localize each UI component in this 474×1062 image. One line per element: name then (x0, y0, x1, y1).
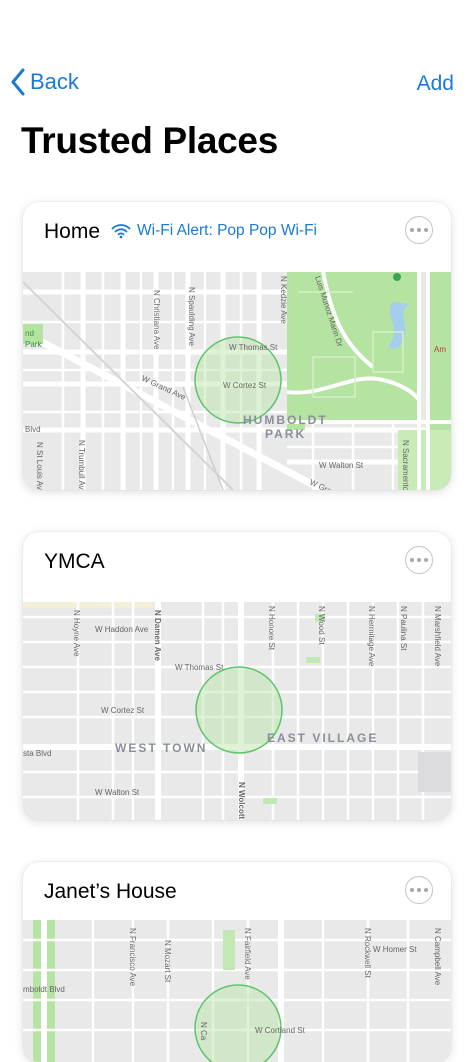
map-street-label: W Walton St (319, 461, 364, 470)
map-street-label: N Marshfield Ave (433, 606, 442, 667)
chevron-left-icon (11, 68, 25, 96)
map-street-label: N Paulina St (399, 606, 408, 651)
map-street-label: N Kedzie Ave (279, 276, 288, 324)
nav-bar: Back Add (0, 62, 474, 106)
back-button[interactable]: Back (10, 68, 79, 96)
place-card-home[interactable]: Home Wi-Fi Alert: Pop Pop Wi-Fi HUMBOLDT… (23, 202, 451, 490)
place-name: YMCA (44, 550, 105, 573)
map-street-label: N Campbell Ave (433, 928, 442, 986)
place-card-header: Home Wi-Fi Alert: Pop Pop Wi-Fi (23, 202, 451, 272)
map-street-label: N Damen Ave (153, 610, 162, 662)
place-card-ymca[interactable]: YMCA WEST TOWN EAST VILLAGE N Hoyne Ave … (23, 532, 451, 820)
more-options-button[interactable] (405, 876, 433, 904)
more-icon (410, 888, 414, 892)
map-street-label: N Wolcott (237, 782, 246, 820)
map-street-label: W Walton St (95, 788, 140, 797)
map-street-label: N Francisco Ave (128, 928, 137, 987)
more-icon (410, 228, 414, 232)
map-street-label: W Homer St (373, 945, 417, 954)
wifi-alert[interactable]: Wi-Fi Alert: Pop Pop Wi-Fi (111, 222, 317, 240)
map-canvas: HUMBOLDT PARK N Christiana Ave N Spauldi… (23, 272, 451, 490)
map-street-label: N Christiana Ave (152, 290, 161, 350)
map-street-label: W Cortland St (255, 1026, 306, 1035)
map-area-label-2: PARK (265, 427, 306, 441)
map-street-label: N St Louis Ave (35, 442, 44, 490)
map-street-label: W Cortez St (101, 706, 145, 715)
map-street-label: W Cortez St (223, 381, 267, 390)
more-options-button[interactable] (405, 216, 433, 244)
page-title: Trusted Places (21, 120, 278, 161)
map-street-label: N Wood St (317, 606, 326, 645)
map-street-label: N Fairfield Ave (243, 928, 252, 980)
map-street-label: N Honore St (267, 606, 276, 651)
map-street-label: N Hoyne Ave (72, 610, 81, 657)
place-map[interactable]: N Francisco Ave N Mozart St N Fairfield … (23, 920, 451, 1062)
map-street-label: Am (434, 345, 446, 354)
map-street-label: N Ca (199, 1022, 208, 1041)
map-street-label: nd (25, 329, 34, 338)
place-map[interactable]: WEST TOWN EAST VILLAGE N Hoyne Ave W Had… (23, 602, 451, 820)
place-card-janets-house[interactable]: Janet’s House N Francisco Ave N Mozart S… (23, 862, 451, 1062)
add-button[interactable]: Add (417, 72, 454, 96)
map-area-label-2: EAST VILLAGE (267, 731, 378, 745)
map-street-label: W Haddon Ave (95, 625, 149, 634)
map-street-label: W Thomas St (229, 343, 278, 352)
map-street-label: N Sacramento (401, 440, 410, 490)
map-street-label: N Spaulding Ave (187, 287, 196, 347)
map-street-label: Park (25, 340, 42, 349)
place-card-header: YMCA (23, 532, 451, 602)
map-canvas: N Francisco Ave N Mozart St N Fairfield … (23, 920, 451, 1062)
more-icon (410, 558, 414, 562)
map-area-label: WEST TOWN (115, 741, 207, 755)
map-street-label: N Hermitage Ave (367, 606, 376, 667)
map-street-label: sta Blvd (23, 749, 51, 758)
map-street-label: Blvd (25, 425, 41, 434)
map-street-label: N Mozart St (163, 940, 172, 983)
map-street-label: N Rockwell St (363, 928, 372, 979)
place-name: Janet’s House (44, 880, 177, 903)
map-street-label: N Trumbull Ave (77, 440, 86, 490)
place-map[interactable]: HUMBOLDT PARK N Christiana Ave N Spauldi… (23, 272, 451, 490)
more-options-button[interactable] (405, 546, 433, 574)
map-canvas: WEST TOWN EAST VILLAGE N Hoyne Ave W Had… (23, 602, 451, 820)
back-label: Back (30, 69, 79, 94)
map-street-label: W Thomas St (175, 663, 224, 672)
map-street-label: mboldt Blvd (23, 985, 65, 994)
map-area-label: HUMBOLDT (243, 413, 328, 427)
place-name: Home (44, 220, 101, 243)
wifi-icon (111, 224, 131, 239)
wifi-alert-label: Wi-Fi Alert: Pop Pop Wi-Fi (137, 222, 317, 239)
